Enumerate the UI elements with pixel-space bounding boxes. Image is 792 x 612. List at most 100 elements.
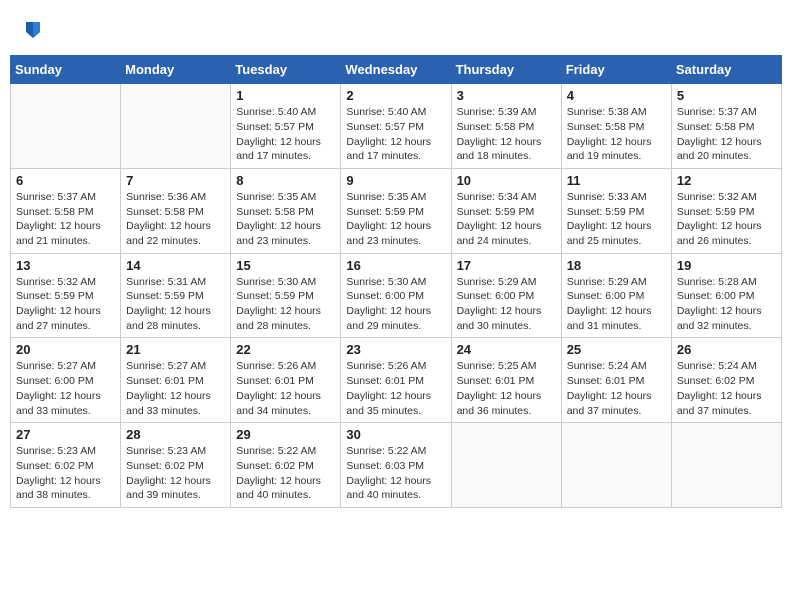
day-number: 23: [346, 342, 445, 357]
day-info: Sunrise: 5:28 AMSunset: 6:00 PMDaylight:…: [677, 275, 776, 334]
day-number: 10: [457, 173, 556, 188]
day-number: 27: [16, 427, 115, 442]
day-number: 26: [677, 342, 776, 357]
column-header-monday: Monday: [121, 56, 231, 84]
day-number: 1: [236, 88, 335, 103]
day-info: Sunrise: 5:30 AMSunset: 6:00 PMDaylight:…: [346, 275, 445, 334]
calendar-cell: 9 Sunrise: 5:35 AMSunset: 5:59 PMDaylight…: [341, 168, 451, 253]
day-info: Sunrise: 5:31 AMSunset: 5:59 PMDaylight:…: [126, 275, 225, 334]
day-info: Sunrise: 5:33 AMSunset: 5:59 PMDaylight:…: [567, 190, 666, 249]
calendar-cell: [671, 423, 781, 508]
day-info: Sunrise: 5:29 AMSunset: 6:00 PMDaylight:…: [567, 275, 666, 334]
calendar-header-row: SundayMondayTuesdayWednesdayThursdayFrid…: [11, 56, 782, 84]
logo-icon: [22, 18, 44, 40]
calendar-cell: 13 Sunrise: 5:32 AMSunset: 5:59 PMDayligh…: [11, 253, 121, 338]
calendar-week-row: 6 Sunrise: 5:37 AMSunset: 5:58 PMDaylight…: [11, 168, 782, 253]
day-number: 22: [236, 342, 335, 357]
day-number: 30: [346, 427, 445, 442]
day-info: Sunrise: 5:27 AMSunset: 6:01 PMDaylight:…: [126, 359, 225, 418]
calendar-cell: 24Sunrise: 5:25 AMSunset: 6:01 PMDayligh…: [451, 338, 561, 423]
calendar-cell: 15 Sunrise: 5:30 AMSunset: 5:59 PMDayligh…: [231, 253, 341, 338]
day-number: 25: [567, 342, 666, 357]
day-info: Sunrise: 5:37 AMSunset: 5:58 PMDaylight:…: [16, 190, 115, 249]
calendar-week-row: 1 Sunrise: 5:40 AMSunset: 5:57 PMDaylight…: [11, 84, 782, 169]
day-number: 11: [567, 173, 666, 188]
calendar-cell: 3Sunrise: 5:39 AMSunset: 5:58 PMDaylight…: [451, 84, 561, 169]
calendar-cell: 5 Sunrise: 5:37 AMSunset: 5:58 PMDaylight…: [671, 84, 781, 169]
calendar-cell: 20 Sunrise: 5:27 AMSunset: 6:00 PMDayligh…: [11, 338, 121, 423]
day-number: 28: [126, 427, 225, 442]
calendar-cell: 21 Sunrise: 5:27 AMSunset: 6:01 PMDayligh…: [121, 338, 231, 423]
column-header-sunday: Sunday: [11, 56, 121, 84]
day-number: 14: [126, 258, 225, 273]
day-info: Sunrise: 5:27 AMSunset: 6:00 PMDaylight:…: [16, 359, 115, 418]
day-info: Sunrise: 5:29 AMSunset: 6:00 PMDaylight:…: [457, 275, 556, 334]
day-number: 4: [567, 88, 666, 103]
day-info: Sunrise: 5:32 AMSunset: 5:59 PMDaylight:…: [16, 275, 115, 334]
day-info: Sunrise: 5:23 AMSunset: 6:02 PMDaylight:…: [126, 444, 225, 503]
day-number: 18: [567, 258, 666, 273]
day-number: 8: [236, 173, 335, 188]
day-info: Sunrise: 5:36 AMSunset: 5:58 PMDaylight:…: [126, 190, 225, 249]
calendar-cell: 8 Sunrise: 5:35 AMSunset: 5:58 PMDaylight…: [231, 168, 341, 253]
calendar-cell: 11 Sunrise: 5:33 AMSunset: 5:59 PMDayligh…: [561, 168, 671, 253]
day-info: Sunrise: 5:26 AMSunset: 6:01 PMDaylight:…: [346, 359, 445, 418]
day-info: Sunrise: 5:34 AMSunset: 5:59 PMDaylight:…: [457, 190, 556, 249]
calendar-cell: 23 Sunrise: 5:26 AMSunset: 6:01 PMDayligh…: [341, 338, 451, 423]
calendar-cell: 7Sunrise: 5:36 AMSunset: 5:58 PMDaylight…: [121, 168, 231, 253]
calendar-week-row: 27 Sunrise: 5:23 AMSunset: 6:02 PMDayligh…: [11, 423, 782, 508]
day-number: 5: [677, 88, 776, 103]
calendar-week-row: 20 Sunrise: 5:27 AMSunset: 6:00 PMDayligh…: [11, 338, 782, 423]
calendar-cell: [561, 423, 671, 508]
day-info: Sunrise: 5:39 AMSunset: 5:58 PMDaylight:…: [457, 105, 556, 164]
calendar-cell: 16 Sunrise: 5:30 AMSunset: 6:00 PMDayligh…: [341, 253, 451, 338]
column-header-saturday: Saturday: [671, 56, 781, 84]
day-number: 17: [457, 258, 556, 273]
day-number: 19: [677, 258, 776, 273]
day-info: Sunrise: 5:35 AMSunset: 5:59 PMDaylight:…: [346, 190, 445, 249]
day-info: Sunrise: 5:30 AMSunset: 5:59 PMDaylight:…: [236, 275, 335, 334]
column-header-friday: Friday: [561, 56, 671, 84]
calendar-cell: 29 Sunrise: 5:22 AMSunset: 6:02 PMDayligh…: [231, 423, 341, 508]
day-number: 12: [677, 173, 776, 188]
calendar-cell: 1 Sunrise: 5:40 AMSunset: 5:57 PMDaylight…: [231, 84, 341, 169]
calendar-cell: 25 Sunrise: 5:24 AMSunset: 6:01 PMDayligh…: [561, 338, 671, 423]
day-info: Sunrise: 5:32 AMSunset: 5:59 PMDaylight:…: [677, 190, 776, 249]
day-info: Sunrise: 5:38 AMSunset: 5:58 PMDaylight:…: [567, 105, 666, 164]
day-number: 15: [236, 258, 335, 273]
calendar-week-row: 13 Sunrise: 5:32 AMSunset: 5:59 PMDayligh…: [11, 253, 782, 338]
day-number: 21: [126, 342, 225, 357]
day-number: 13: [16, 258, 115, 273]
column-header-tuesday: Tuesday: [231, 56, 341, 84]
day-info: Sunrise: 5:22 AMSunset: 6:02 PMDaylight:…: [236, 444, 335, 503]
day-number: 6: [16, 173, 115, 188]
day-info: Sunrise: 5:40 AMSunset: 5:57 PMDaylight:…: [236, 105, 335, 164]
calendar-cell: 30 Sunrise: 5:22 AMSunset: 6:03 PMDayligh…: [341, 423, 451, 508]
page-header: [10, 10, 782, 51]
day-info: Sunrise: 5:24 AMSunset: 6:01 PMDaylight:…: [567, 359, 666, 418]
calendar-cell: 27Sunrise: 5:23 AMSunset: 6:02 PMDayligh…: [11, 423, 121, 508]
logo: [20, 18, 44, 45]
calendar-table: SundayMondayTuesdayWednesdayThursdayFrid…: [10, 55, 782, 508]
calendar-cell: 18 Sunrise: 5:29 AMSunset: 6:00 PMDayligh…: [561, 253, 671, 338]
day-info: Sunrise: 5:35 AMSunset: 5:58 PMDaylight:…: [236, 190, 335, 249]
day-number: 16: [346, 258, 445, 273]
column-header-thursday: Thursday: [451, 56, 561, 84]
day-info: Sunrise: 5:40 AMSunset: 5:57 PMDaylight:…: [346, 105, 445, 164]
day-info: Sunrise: 5:37 AMSunset: 5:58 PMDaylight:…: [677, 105, 776, 164]
calendar-cell: 14 Sunrise: 5:31 AMSunset: 5:59 PMDayligh…: [121, 253, 231, 338]
calendar-cell: 10 Sunrise: 5:34 AMSunset: 5:59 PMDayligh…: [451, 168, 561, 253]
calendar-cell: 12 Sunrise: 5:32 AMSunset: 5:59 PMDayligh…: [671, 168, 781, 253]
calendar-cell: [451, 423, 561, 508]
day-number: 9: [346, 173, 445, 188]
day-info: Sunrise: 5:24 AMSunset: 6:02 PMDaylight:…: [677, 359, 776, 418]
calendar-cell: 28 Sunrise: 5:23 AMSunset: 6:02 PMDayligh…: [121, 423, 231, 508]
calendar-cell: 17 Sunrise: 5:29 AMSunset: 6:00 PMDayligh…: [451, 253, 561, 338]
day-number: 2: [346, 88, 445, 103]
day-number: 29: [236, 427, 335, 442]
calendar-cell: 4 Sunrise: 5:38 AMSunset: 5:58 PMDaylight…: [561, 84, 671, 169]
calendar-cell: 2 Sunrise: 5:40 AMSunset: 5:57 PMDaylight…: [341, 84, 451, 169]
day-info: Sunrise: 5:22 AMSunset: 6:03 PMDaylight:…: [346, 444, 445, 503]
day-number: 24: [457, 342, 556, 357]
day-number: 20: [16, 342, 115, 357]
